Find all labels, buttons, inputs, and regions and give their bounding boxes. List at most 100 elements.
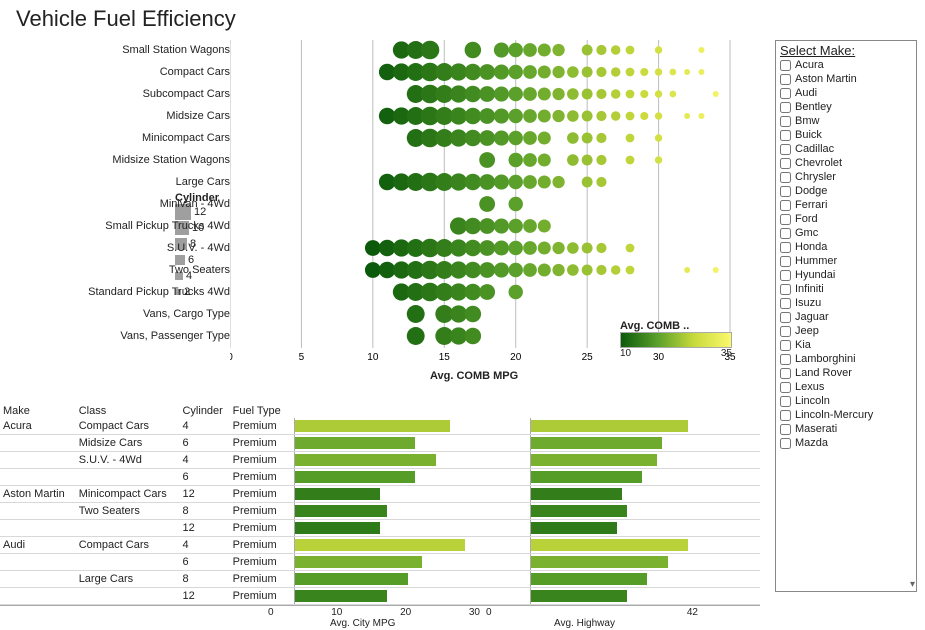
make-checkbox[interactable] bbox=[780, 60, 791, 71]
scroll-down-icon[interactable]: ▾ bbox=[910, 579, 915, 590]
make-option[interactable]: Lexus bbox=[776, 380, 916, 394]
highway-bar[interactable] bbox=[531, 488, 622, 500]
data-point[interactable] bbox=[494, 108, 509, 123]
make-option[interactable]: Land Rover bbox=[776, 366, 916, 380]
data-point[interactable] bbox=[523, 87, 537, 101]
data-point[interactable] bbox=[538, 88, 551, 101]
make-checkbox[interactable] bbox=[780, 396, 791, 407]
data-point[interactable] bbox=[465, 328, 482, 345]
make-checkbox[interactable] bbox=[780, 340, 791, 351]
make-checkbox[interactable] bbox=[780, 186, 791, 197]
make-option[interactable]: Jeep bbox=[776, 324, 916, 338]
data-point[interactable] bbox=[698, 113, 704, 119]
make-checkbox[interactable] bbox=[780, 382, 791, 393]
make-option[interactable]: Acura bbox=[776, 58, 916, 72]
data-point[interactable] bbox=[596, 177, 606, 187]
data-point[interactable] bbox=[509, 65, 523, 79]
data-point[interactable] bbox=[509, 109, 523, 123]
make-option[interactable]: Gmc bbox=[776, 226, 916, 240]
make-checkbox[interactable] bbox=[780, 326, 791, 337]
data-point[interactable] bbox=[479, 86, 495, 102]
make-checkbox[interactable] bbox=[780, 410, 791, 421]
make-option[interactable]: Hummer bbox=[776, 254, 916, 268]
make-checkbox[interactable] bbox=[780, 368, 791, 379]
data-point[interactable] bbox=[596, 133, 606, 143]
data-point[interactable] bbox=[655, 156, 662, 163]
make-checkbox[interactable] bbox=[780, 438, 791, 449]
data-point[interactable] bbox=[523, 241, 537, 255]
data-point[interactable] bbox=[509, 43, 523, 57]
make-checkbox[interactable] bbox=[780, 298, 791, 309]
data-point[interactable] bbox=[494, 130, 509, 145]
make-checkbox[interactable] bbox=[780, 74, 791, 85]
data-point[interactable] bbox=[465, 306, 482, 323]
data-point[interactable] bbox=[538, 242, 551, 255]
data-point[interactable] bbox=[698, 47, 704, 53]
data-point[interactable] bbox=[655, 90, 662, 97]
data-point[interactable] bbox=[640, 112, 648, 120]
highway-bar[interactable] bbox=[531, 505, 627, 517]
data-point[interactable] bbox=[596, 265, 606, 275]
highway-bar[interactable] bbox=[531, 437, 662, 449]
data-point[interactable] bbox=[567, 88, 579, 100]
data-point[interactable] bbox=[538, 154, 551, 167]
data-point[interactable] bbox=[523, 219, 537, 233]
make-checkbox[interactable] bbox=[780, 242, 791, 253]
data-point[interactable] bbox=[567, 154, 579, 166]
data-point[interactable] bbox=[640, 90, 648, 98]
data-point[interactable] bbox=[450, 217, 467, 234]
highway-bar[interactable] bbox=[531, 573, 647, 585]
make-checkbox[interactable] bbox=[780, 228, 791, 239]
data-point[interactable] bbox=[450, 107, 467, 124]
data-point[interactable] bbox=[450, 63, 467, 80]
make-checkbox[interactable] bbox=[780, 354, 791, 365]
data-point[interactable] bbox=[670, 69, 677, 76]
highway-bar[interactable] bbox=[531, 556, 667, 568]
data-point[interactable] bbox=[465, 174, 482, 191]
make-option[interactable]: Honda bbox=[776, 240, 916, 254]
data-point[interactable] bbox=[523, 65, 537, 79]
data-point[interactable] bbox=[479, 108, 495, 124]
data-point[interactable] bbox=[465, 130, 482, 147]
data-point[interactable] bbox=[465, 284, 482, 301]
data-point[interactable] bbox=[509, 153, 523, 167]
data-point[interactable] bbox=[626, 68, 635, 77]
data-point[interactable] bbox=[567, 132, 579, 144]
city-bar[interactable] bbox=[295, 505, 387, 517]
data-point[interactable] bbox=[626, 244, 635, 253]
data-point[interactable] bbox=[465, 108, 482, 125]
make-checkbox[interactable] bbox=[780, 256, 791, 267]
data-point[interactable] bbox=[450, 129, 467, 146]
data-point[interactable] bbox=[407, 305, 425, 323]
highway-bar[interactable] bbox=[531, 454, 657, 466]
city-bar[interactable] bbox=[295, 590, 387, 602]
data-point[interactable] bbox=[552, 242, 564, 254]
data-point[interactable] bbox=[465, 218, 482, 235]
make-option[interactable]: Cadillac bbox=[776, 142, 916, 156]
data-point[interactable] bbox=[479, 284, 495, 300]
data-point[interactable] bbox=[611, 111, 621, 121]
city-bar[interactable] bbox=[295, 522, 380, 534]
city-bar[interactable] bbox=[295, 437, 415, 449]
data-point[interactable] bbox=[684, 113, 690, 119]
data-point[interactable] bbox=[494, 42, 509, 57]
make-option[interactable]: Bmw bbox=[776, 114, 916, 128]
make-option[interactable]: Chrysler bbox=[776, 170, 916, 184]
data-point[interactable] bbox=[611, 45, 621, 55]
data-point[interactable] bbox=[596, 111, 606, 121]
data-point[interactable] bbox=[509, 175, 523, 189]
make-checkbox[interactable] bbox=[780, 88, 791, 99]
data-point[interactable] bbox=[582, 243, 593, 254]
make-checkbox[interactable] bbox=[780, 116, 791, 127]
data-point[interactable] bbox=[365, 262, 381, 278]
data-point[interactable] bbox=[450, 327, 467, 344]
data-point[interactable] bbox=[450, 305, 467, 322]
data-point[interactable] bbox=[509, 131, 523, 145]
make-option[interactable]: Kia bbox=[776, 338, 916, 352]
data-point[interactable] bbox=[479, 240, 495, 256]
data-point[interactable] bbox=[450, 239, 467, 256]
make-option[interactable]: Hyundai bbox=[776, 268, 916, 282]
data-point[interactable] bbox=[509, 241, 523, 255]
data-point[interactable] bbox=[523, 153, 537, 167]
make-option[interactable]: Lincoln bbox=[776, 394, 916, 408]
